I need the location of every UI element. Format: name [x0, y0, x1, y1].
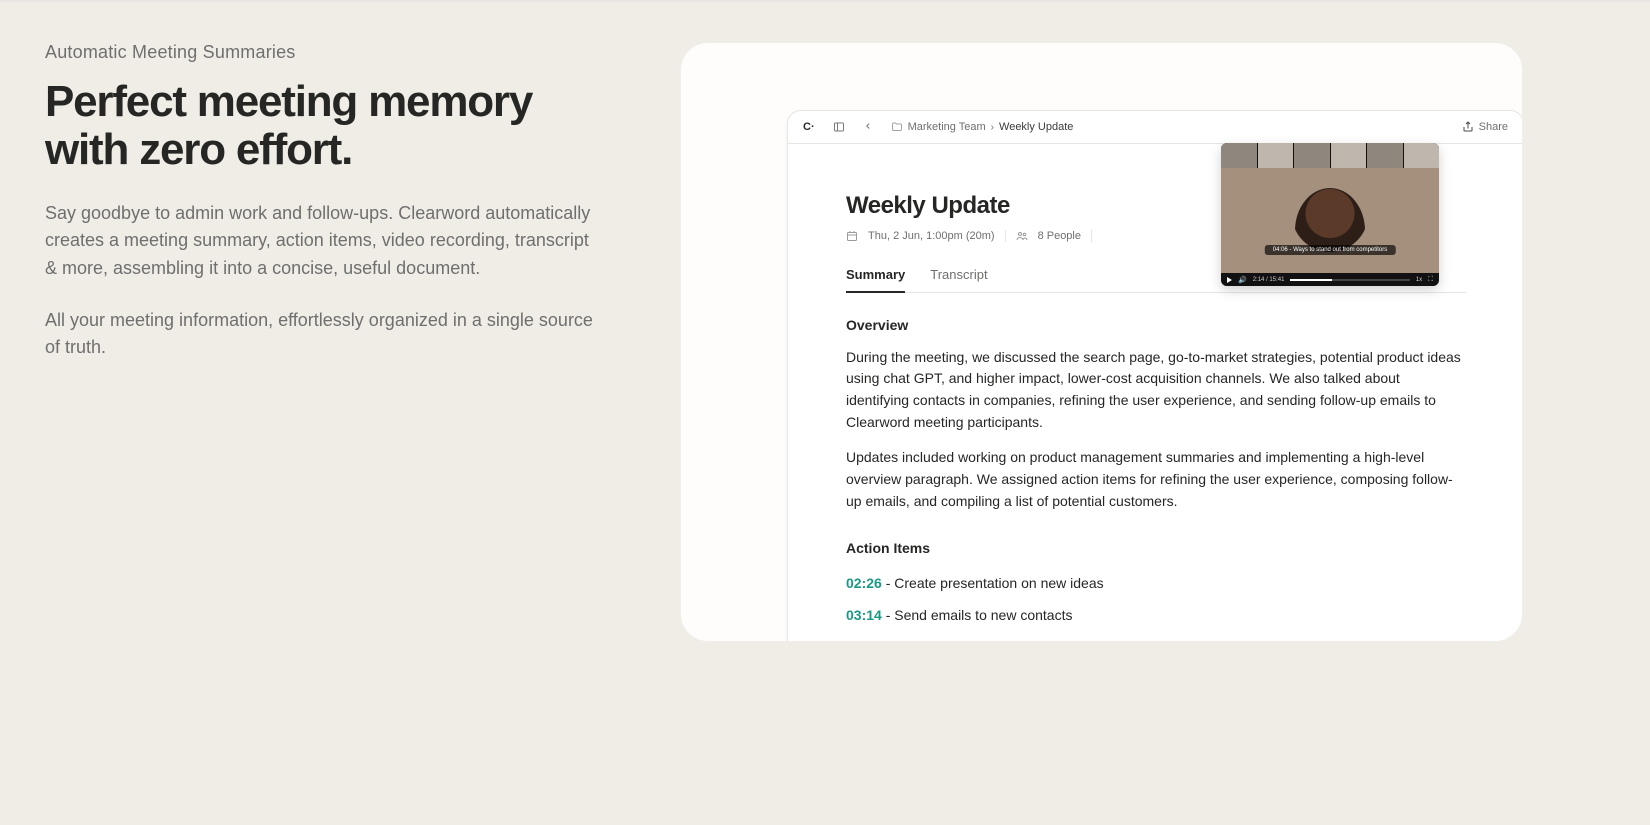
doc-content: Overview During the meeting, we discusse…: [788, 293, 1523, 642]
video-frame: 04:06 - Ways to stand out from competito…: [1221, 168, 1439, 273]
separator: [1005, 230, 1006, 242]
action-timestamp: 03:14: [846, 639, 882, 642]
people-icon: [1016, 230, 1028, 242]
speaker-avatar: [1295, 188, 1365, 273]
speed-label[interactable]: 1x: [1416, 277, 1422, 283]
participant-strip: [1221, 143, 1439, 168]
meta-date: Thu, 2 Jun, 1:00pm (20m): [868, 230, 995, 242]
separator: [1091, 230, 1092, 242]
breadcrumb[interactable]: Marketing Team › Weekly Update: [891, 121, 1074, 133]
play-icon[interactable]: [1227, 277, 1232, 283]
back-icon[interactable]: [863, 121, 873, 134]
video-caption: 04:06 - Ways to stand out from competito…: [1265, 245, 1396, 255]
tab-summary[interactable]: Summary: [846, 267, 905, 293]
screenshot-card: C· Marketing Team › Weekly Update: [680, 42, 1523, 642]
calendar-icon: [846, 230, 858, 242]
video-controls[interactable]: 🔊 2:14 / 15:41 1x ⛶: [1221, 273, 1439, 286]
app-toolbar: C· Marketing Team › Weekly Update: [788, 111, 1523, 144]
action-item[interactable]: 02:26 - Create presentation on new ideas: [846, 573, 1466, 595]
tab-transcript[interactable]: Transcript: [930, 267, 987, 292]
share-icon: [1462, 121, 1474, 133]
fullscreen-icon[interactable]: ⛶: [1428, 276, 1433, 284]
action-text: - Create presentation on new ideas: [882, 575, 1104, 591]
action-item[interactable]: 03:14 - Send emails to new contacts: [846, 605, 1466, 627]
video-time: 2:14 / 15:41: [1253, 277, 1285, 283]
overview-paragraph: During the meeting, we discussed the sea…: [846, 347, 1466, 434]
headline: Perfect meeting memory with zero effort.: [45, 78, 575, 175]
share-button[interactable]: Share: [1462, 121, 1508, 133]
body-text: Say goodbye to admin work and follow-ups…: [45, 200, 595, 362]
folder-icon: [891, 121, 903, 133]
meta-people: 8 People: [1038, 230, 1081, 242]
overview-heading: Overview: [846, 315, 1466, 337]
volume-icon[interactable]: 🔊: [1238, 276, 1247, 284]
breadcrumb-folder[interactable]: Marketing Team: [908, 121, 986, 133]
sidebar-toggle-icon[interactable]: [833, 121, 845, 133]
paragraph-2: All your meeting information, effortless…: [45, 307, 595, 362]
overview-paragraph: Updates included working on product mana…: [846, 447, 1466, 512]
video-thumbnail[interactable]: 04:06 - Ways to stand out from competito…: [1221, 143, 1439, 286]
paragraph-1: Say goodbye to admin work and follow-ups…: [45, 200, 595, 282]
chevron-right-icon: ›: [991, 122, 994, 133]
screenshot-wrapper: C· Marketing Team › Weekly Update: [640, 2, 1650, 825]
action-text: - Complete pdf report on survey findings…: [882, 639, 1139, 642]
breadcrumb-page[interactable]: Weekly Update: [999, 121, 1073, 133]
eyebrow: Automatic Meeting Summaries: [45, 42, 620, 63]
action-item[interactable]: 03:14 - Complete pdf report on survey fi…: [846, 637, 1466, 642]
share-label: Share: [1479, 121, 1508, 133]
app-logo-icon[interactable]: C·: [803, 121, 815, 133]
action-items-heading: Action Items: [846, 538, 1466, 560]
feature-copy: Automatic Meeting Summaries Perfect meet…: [0, 2, 640, 825]
action-timestamp: 02:26: [846, 575, 882, 591]
seek-track[interactable]: [1290, 279, 1409, 281]
action-timestamp: 03:14: [846, 607, 882, 623]
action-text: - Send emails to new contacts: [882, 607, 1073, 623]
